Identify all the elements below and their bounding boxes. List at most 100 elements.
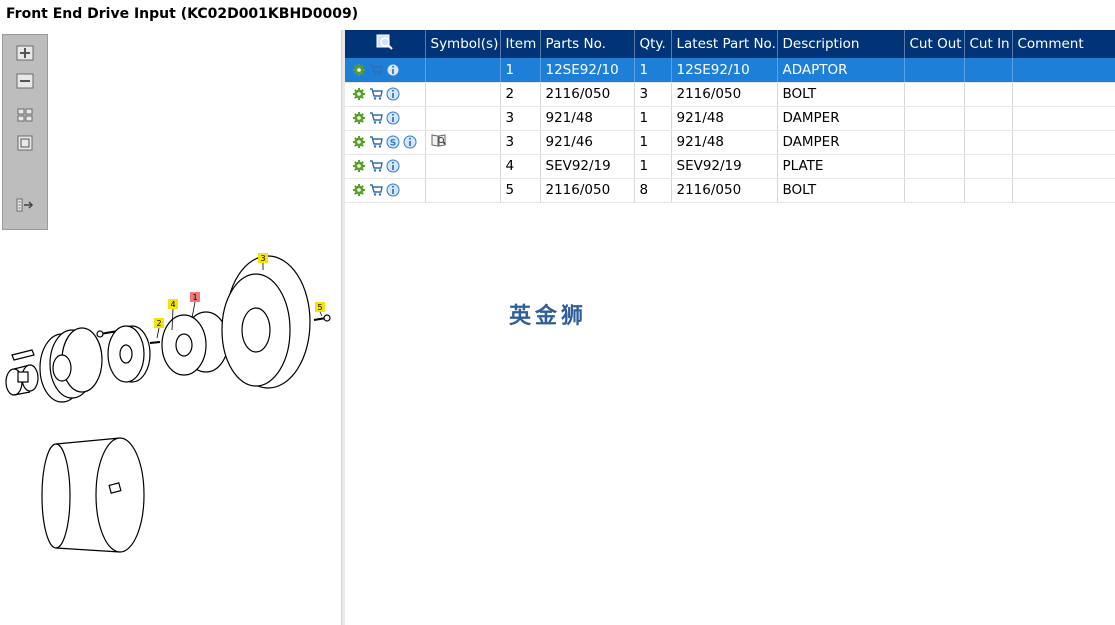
row-item: 4 [500,154,541,179]
row-latest-part-no: 2116/050 [671,178,778,203]
row-cut-out [904,130,965,155]
fit-icon [17,108,33,122]
row-item: 3 [500,106,541,131]
column-cut-out[interactable]: Cut Out [904,30,965,58]
row-description: DAMPER [777,130,905,155]
export-button[interactable] [16,197,34,213]
info-icon[interactable] [386,63,400,77]
pulley-bore [52,354,72,382]
row-description: BOLT [777,178,905,203]
row-parts-no: 921/48 [540,106,635,131]
supersession-icon[interactable]: S [386,135,400,149]
row-latest-part-no: SEV92/19 [671,154,778,179]
row-parts-no: 921/46 [540,130,635,155]
row-action-icons [350,183,420,197]
cart-icon[interactable] [369,111,383,125]
callout-2-leader [156,327,160,339]
info-icon[interactable] [386,183,400,197]
export-icon [16,198,34,212]
zoom-in-button[interactable] [16,45,34,61]
gear-icon[interactable] [352,135,366,149]
table-row[interactable]: 2 2116/050 3 2116/050 BOLT [345,82,1115,107]
callout-3: 3 [260,254,265,263]
row-latest-part-no: 2116/050 [671,82,778,107]
actual-size-icon [17,135,33,151]
drawing-toolbar [2,34,48,230]
row-qty: 1 [634,154,672,179]
row-cut-out [904,58,965,83]
row-parts-no: SEV92/19 [540,154,635,179]
callout-5: 5 [317,303,322,312]
actual-size-button[interactable] [16,135,34,151]
row-description: ADAPTOR [777,58,905,83]
callout-2: 2 [156,319,161,328]
parts-list-pane: Symbol(s) Item Parts No. Qty. Latest Par… [345,30,1115,625]
info-icon[interactable] [386,87,400,101]
row-latest-part-no: 921/48 [671,106,778,131]
row-qty: 3 [634,82,672,107]
book-search-icon[interactable] [431,133,447,147]
cart-icon[interactable] [369,87,383,101]
row-comment [1012,58,1115,83]
row-cut-in [964,82,1013,107]
cart-icon[interactable] [369,183,383,197]
row-item: 2 [500,82,541,107]
column-item[interactable]: Item [500,30,541,58]
row-symbols [425,130,501,155]
column-symbols[interactable]: Symbol(s) [425,30,501,58]
column-search[interactable] [345,30,426,58]
info-icon[interactable] [386,111,400,125]
svg-text:S: S [390,139,396,149]
drive-key-part [11,349,35,361]
table-row[interactable]: 1 12SE92/10 1 12SE92/10 ADAPTOR [345,58,1115,83]
row-cut-out [904,154,965,179]
damper-bore [241,307,271,353]
row-cut-in [964,178,1013,203]
row-comment [1012,82,1115,107]
row-comment [1012,130,1115,155]
row-qty: 1 [634,130,672,155]
column-comment[interactable]: Comment [1012,30,1115,58]
zoom-out-button[interactable] [16,73,34,89]
bolt-head [96,330,104,338]
row-cut-out [904,178,965,203]
damper-bolt-head [323,314,331,322]
watermark-logo: 英金狮 [509,304,588,329]
table-row[interactable]: 3 921/48 1 921/48 DAMPER [345,106,1115,131]
column-parts-no[interactable]: Parts No. [540,30,635,58]
row-parts-no: 2116/050 [540,82,635,107]
column-qty[interactable]: Qty. [634,30,672,58]
column-latest-part-no[interactable]: Latest Part No. [671,30,778,58]
row-cut-in [964,58,1013,83]
row-description: PLATE [777,154,905,179]
row-action-icons [350,111,420,125]
guard-cylinder-end [95,437,145,553]
column-cut-in[interactable]: Cut In [964,30,1013,58]
row-cut-in [964,106,1013,131]
collar-slot [17,371,29,383]
row-item: 1 [500,58,541,83]
cart-icon[interactable] [369,135,383,149]
row-parts-no: 12SE92/10 [540,58,635,83]
gear-icon[interactable] [352,87,366,101]
parts-table: Symbol(s) Item Parts No. Qty. Latest Par… [345,30,1115,203]
gear-icon[interactable] [352,159,366,173]
gear-icon[interactable] [352,183,366,197]
gear-icon[interactable] [352,111,366,125]
exploded-parts-drawing[interactable]: 1 2 3 4 5 [0,240,340,570]
cart-icon[interactable] [369,63,383,77]
guard-slot [108,482,122,494]
row-cut-in [964,154,1013,179]
fit-to-window-button[interactable] [16,107,34,123]
row-parts-no: 2116/050 [540,178,635,203]
table-row[interactable]: S 3 921/46 1 921/48 DAMPER [345,130,1115,155]
cart-icon[interactable] [369,159,383,173]
column-description[interactable]: Description [777,30,905,58]
info-icon[interactable] [403,135,417,149]
gear-icon[interactable] [352,63,366,77]
info-icon[interactable] [386,159,400,173]
table-row[interactable]: 4 SEV92/19 1 SEV92/19 PLATE [345,154,1115,179]
hub-plate-bore [119,344,133,364]
table-row[interactable]: 5 2116/050 8 2116/050 BOLT [345,178,1115,203]
zoom-in-icon [16,45,34,61]
